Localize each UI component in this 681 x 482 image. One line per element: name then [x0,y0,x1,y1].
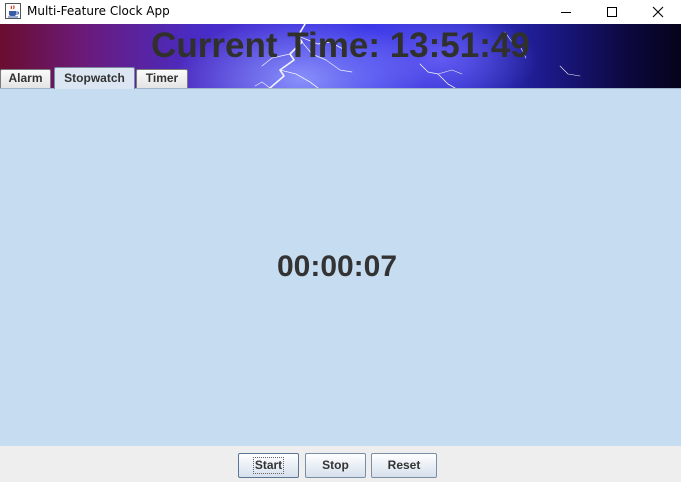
current-time-label: Current Time: 13:51:49 [151,26,530,65]
tab-stopwatch[interactable]: Stopwatch [54,67,135,89]
stopwatch-panel: 00:00:07 [0,88,681,446]
window-title: Multi-Feature Clock App [27,4,170,18]
close-icon [652,3,664,22]
tab-alarm[interactable]: Alarm [0,69,51,88]
app-window: Multi-Feature Clock App Current Time: 13… [0,0,681,482]
title-bar[interactable]: Multi-Feature Clock App [0,0,681,24]
start-button-label: Start [252,457,285,474]
minimize-button[interactable] [543,0,589,24]
maximize-button[interactable] [589,0,635,24]
tab-timer[interactable]: Timer [136,69,188,88]
reset-button[interactable]: Reset [371,453,437,478]
stop-button[interactable]: Stop [305,453,366,478]
start-button[interactable]: Start [238,453,299,478]
close-button[interactable] [635,0,681,24]
stopwatch-display: 00:00:07 [276,250,398,283]
minimize-icon [560,3,572,22]
maximize-icon [606,3,618,22]
button-bar: Start Stop Reset [0,446,681,482]
java-cup-icon [5,3,21,19]
